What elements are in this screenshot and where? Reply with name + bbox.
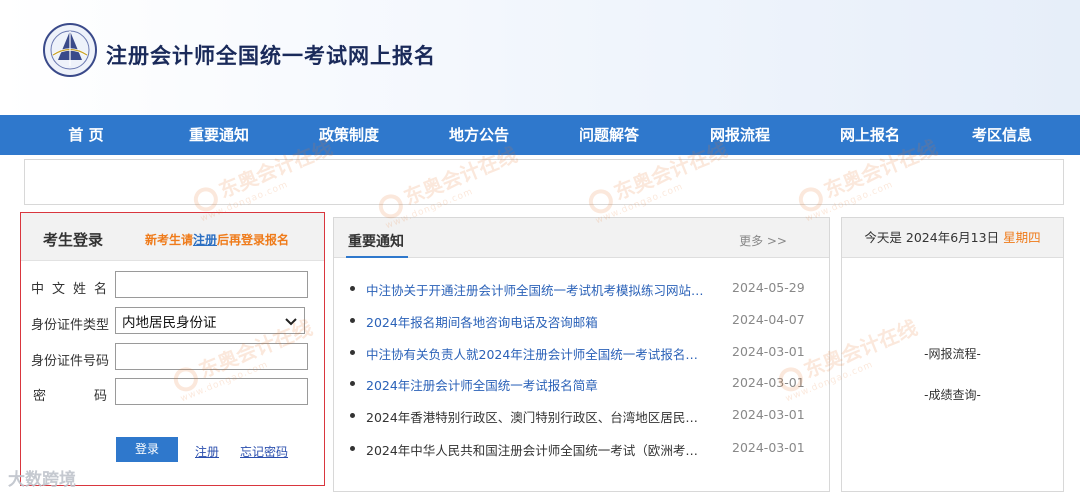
name-label: 中文姓名: [31, 282, 107, 297]
notices-title-underline: [346, 256, 408, 258]
current-weekday: 星期四: [1003, 230, 1041, 245]
id-number-label: 身份证件号码: [31, 354, 110, 369]
notice-date: 2024-03-01: [732, 407, 805, 422]
nav-item-home[interactable]: 首 页: [68, 115, 103, 155]
notice-title[interactable]: 中注协关于开通注册会计师全国统一考试机考模拟练习网站的公告: [366, 280, 706, 299]
register-tip-link[interactable]: 注册: [193, 233, 217, 247]
main-nav: 首 页 重要通知 政策制度 地方公告 问题解答 网报流程 网上报名 考区信息: [0, 115, 1080, 155]
date-header: 今天是 2024年6月13日 星期四: [842, 218, 1063, 258]
nav-item-faq[interactable]: 问题解答: [579, 115, 639, 155]
notice-title[interactable]: 2024年注册会计师全国统一考试报名简章: [366, 375, 706, 394]
notice-item: 2024年香港特别行政区、澳门特别行政区、台湾地区居民及外国籍公民报名须知 20…: [350, 407, 820, 425]
notice-item: 2024年中华人民共和国注册会计师全国统一考试（欧洲考区）报名简章 2024-0…: [350, 440, 820, 458]
bullet-icon: [350, 350, 355, 355]
chevron-down-icon: [285, 318, 297, 326]
notice-date: 2024-05-29: [732, 280, 805, 295]
nav-item-notices[interactable]: 重要通知: [189, 115, 249, 155]
side-link-process[interactable]: -网报流程-: [842, 345, 1063, 362]
side-link-score-query[interactable]: -成绩查询-: [842, 386, 1063, 403]
id-type-select[interactable]: 内地居民身份证: [115, 307, 305, 334]
notice-item: 中注协有关负责人就2024年注册会计师全国统一考试报名相关问题答记者问 2024…: [350, 344, 820, 362]
notice-item: 2024年报名期间各地咨询电话及咨询邮箱 2024-04-07: [350, 312, 820, 330]
register-tip: 新考生请注册后再登录报名: [145, 231, 289, 248]
bullet-icon: [350, 413, 355, 418]
corner-watermark: 大数跨境: [8, 470, 76, 490]
notices-panel: 重要通知 更多 >> 中注协关于开通注册会计师全国统一考试机考模拟练习网站的公告…: [333, 217, 830, 492]
login-header: 考生登录 新考生请注册后再登录报名: [21, 213, 324, 261]
notice-title[interactable]: 2024年香港特别行政区、澳门特别行政区、台湾地区居民及外国籍公民报名须知: [366, 407, 706, 426]
notice-date: 2024-04-07: [732, 312, 805, 327]
notice-date: 2024-03-01: [732, 344, 805, 359]
notice-item: 2024年注册会计师全国统一考试报名简章 2024-03-01: [350, 375, 820, 393]
notice-title[interactable]: 中注协有关负责人就2024年注册会计师全国统一考试报名相关问题答记者问: [366, 344, 706, 363]
date-prefix: 今天是: [864, 230, 902, 245]
notice-date: 2024-03-01: [732, 440, 805, 455]
nav-item-process[interactable]: 网报流程: [710, 115, 770, 155]
banner-area: [24, 159, 1064, 205]
bullet-icon: [350, 318, 355, 323]
nav-item-local-announcements[interactable]: 地方公告: [449, 115, 509, 155]
password-label: 密码: [33, 389, 107, 404]
site-header: 注册会计师全国统一考试网上报名: [0, 0, 1080, 115]
name-input[interactable]: [115, 271, 308, 298]
register-link[interactable]: 注册: [195, 443, 219, 460]
login-panel: 考生登录 新考生请注册后再登录报名 中文姓名 身份证件类型 内地居民身份证 身份…: [20, 212, 325, 486]
cicpa-logo-icon[interactable]: [42, 22, 98, 78]
notices-title: 重要通知: [348, 234, 404, 250]
notice-title[interactable]: 2024年报名期间各地咨询电话及咨询邮箱: [366, 312, 706, 331]
notice-item: 中注协关于开通注册会计师全国统一考试机考模拟练习网站的公告 2024-05-29: [350, 280, 820, 298]
bullet-icon: [350, 381, 355, 386]
id-number-input[interactable]: [115, 343, 308, 370]
id-type-selected-value: 内地居民身份证: [122, 314, 217, 331]
nav-item-online-registration[interactable]: 网上报名: [840, 115, 900, 155]
date-panel: 今天是 2024年6月13日 星期四 -网报流程- -成绩查询-: [841, 217, 1064, 492]
register-tip-suffix: 后再登录报名: [217, 233, 290, 247]
more-link[interactable]: 更多 >>: [739, 232, 787, 249]
notice-date: 2024-03-01: [732, 375, 805, 390]
id-type-label: 身份证件类型: [31, 318, 110, 333]
notices-header: 重要通知 更多 >>: [334, 218, 829, 258]
nav-item-exam-regions[interactable]: 考区信息: [972, 115, 1032, 155]
current-date: 2024年6月13日: [905, 230, 1000, 245]
forgot-password-link[interactable]: 忘记密码: [240, 443, 288, 460]
login-title: 考生登录: [43, 231, 104, 249]
bullet-icon: [350, 286, 355, 291]
login-button[interactable]: 登录: [116, 437, 178, 462]
bullet-icon: [350, 446, 355, 451]
register-tip-prefix: 新考生请: [145, 233, 194, 247]
notice-title[interactable]: 2024年中华人民共和国注册会计师全国统一考试（欧洲考区）报名简章: [366, 440, 706, 459]
nav-item-policies[interactable]: 政策制度: [319, 115, 379, 155]
password-input[interactable]: [115, 378, 308, 405]
site-title: 注册会计师全国统一考试网上报名: [106, 44, 436, 68]
